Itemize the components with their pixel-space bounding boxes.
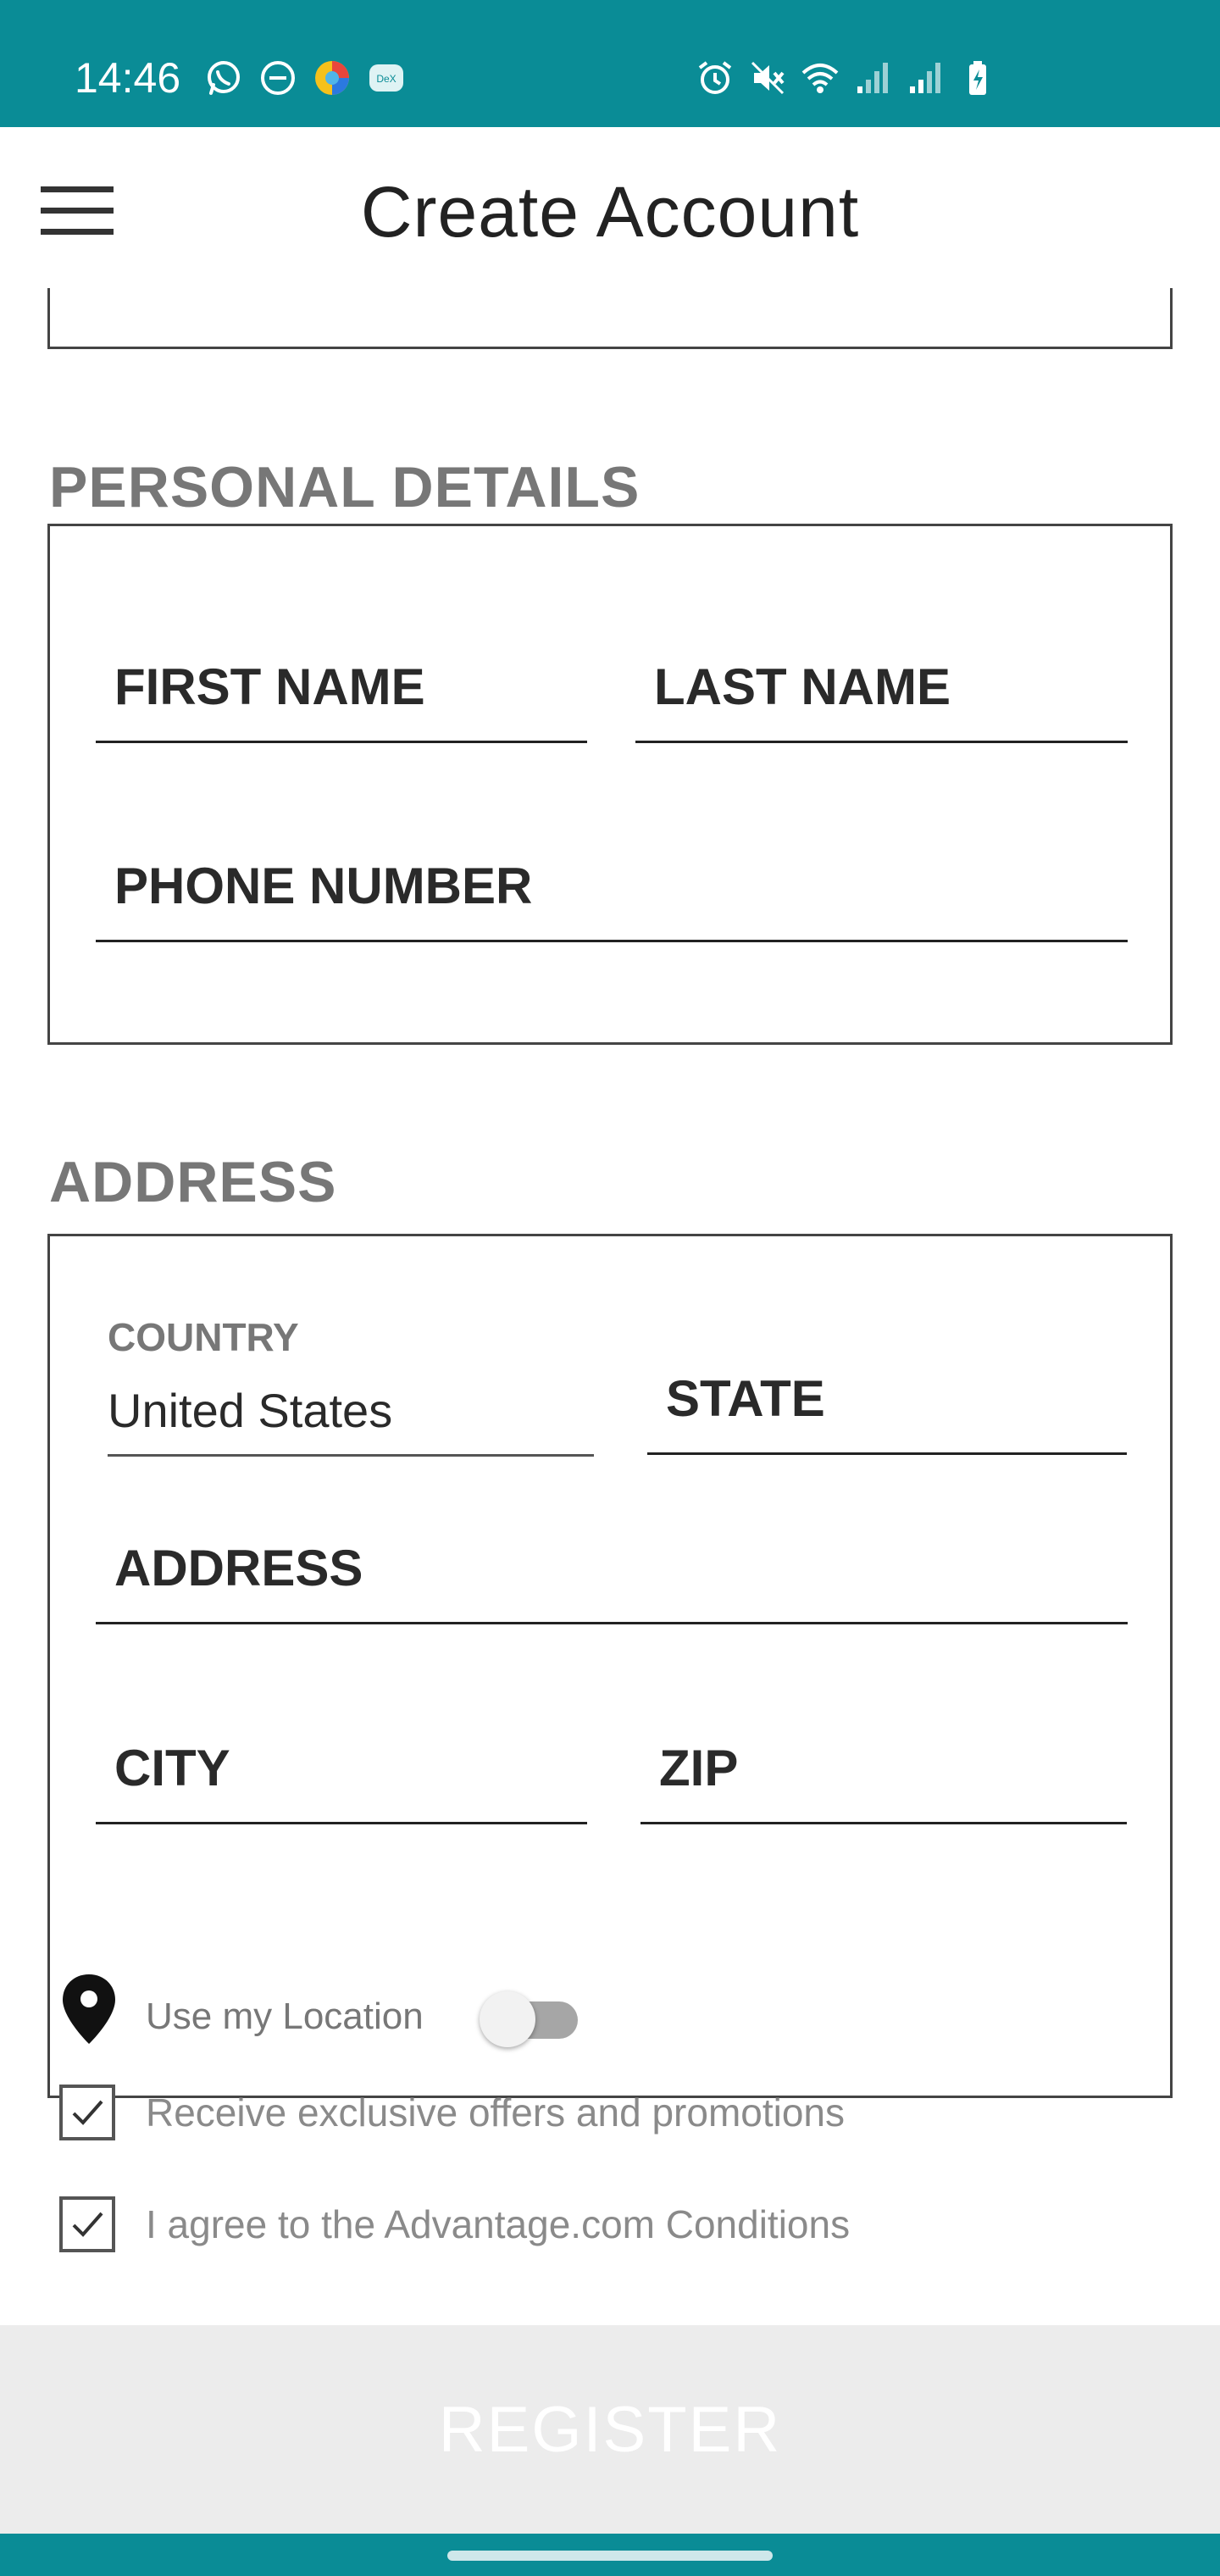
first-name-placeholder: FIRST NAME	[114, 658, 425, 715]
offers-label: Receive exclusive offers and promotions	[146, 2090, 846, 2135]
zip-field[interactable]: ZIP	[640, 1701, 1127, 1824]
location-pin-icon	[59, 1973, 119, 2046]
app-header: Create Account	[0, 127, 1220, 293]
browser-icon	[312, 58, 352, 98]
home-indicator[interactable]	[447, 2551, 773, 2561]
offers-checkbox[interactable]	[59, 2085, 115, 2140]
signal-icon-2	[905, 58, 946, 98]
mute-icon	[747, 58, 788, 98]
city-field[interactable]: CITY	[96, 1701, 587, 1824]
address-field[interactable]: ADDRESS	[96, 1501, 1128, 1624]
signal-icon	[852, 58, 893, 98]
toggle-knob	[480, 1991, 535, 2047]
checkmark-icon	[72, 2100, 103, 2125]
state-field[interactable]: STATE	[647, 1330, 1127, 1455]
use-location-label: Use my Location	[146, 1996, 424, 2037]
wifi-icon	[800, 58, 840, 98]
last-name-field[interactable]: LAST NAME	[635, 619, 1128, 743]
personal-details-title: PERSONAL DETAILS	[49, 455, 640, 519]
conditions-checkbox[interactable]	[59, 2196, 115, 2252]
last-name-placeholder: LAST NAME	[654, 658, 951, 715]
register-button[interactable]: REGISTER	[0, 2325, 1220, 2534]
address-section-title: ADDRESS	[49, 1150, 337, 1214]
status-time: 14:46	[75, 54, 181, 102]
country-select[interactable]: COUNTRY United States	[108, 1314, 594, 1457]
account-details-panel	[47, 288, 1173, 349]
dex-label: DeX	[376, 73, 396, 85]
status-bar: 14:46 DeX	[0, 0, 1220, 127]
status-left-icons: DeX	[203, 57, 407, 99]
status-right-icons	[695, 57, 998, 99]
address-placeholder: ADDRESS	[114, 1540, 363, 1596]
conditions-label: I agree to the Advantage.com Conditions	[146, 2202, 851, 2246]
phone-number-field[interactable]: PHONE NUMBER	[96, 819, 1128, 942]
use-location-toggle[interactable]	[480, 1988, 578, 2047]
city-placeholder: CITY	[114, 1740, 230, 1796]
alarm-icon	[695, 58, 735, 98]
zip-placeholder: ZIP	[659, 1740, 739, 1796]
phone-number-placeholder: PHONE NUMBER	[114, 858, 533, 914]
battery-charging-icon	[957, 58, 998, 98]
register-label: REGISTER	[438, 2393, 782, 2466]
country-label: COUNTRY	[108, 1315, 299, 1359]
state-placeholder: STATE	[666, 1370, 825, 1427]
whatsapp-icon	[203, 58, 244, 98]
first-name-field[interactable]: FIRST NAME	[96, 619, 587, 743]
country-value: United States	[108, 1384, 393, 1437]
dex-icon: DeX	[366, 58, 407, 98]
checkmark-icon	[72, 2212, 103, 2237]
address-panel: COUNTRY United States STATE ADDRESS CITY…	[47, 1234, 1173, 2098]
page-title: Create Account	[360, 172, 860, 252]
do-not-disturb-icon	[258, 58, 298, 98]
personal-details-panel: FIRST NAME LAST NAME PHONE NUMBER	[47, 524, 1173, 1045]
